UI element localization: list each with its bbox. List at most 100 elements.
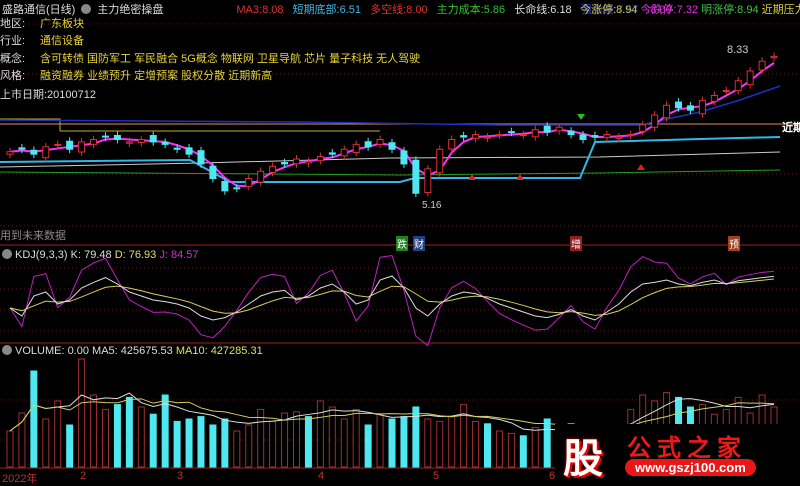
volume-ma5: MA5: 425675.53 xyxy=(92,345,173,357)
volume-bar xyxy=(137,406,145,468)
info-concept: 概念: 含可转债 国防军工 军民融合 5G概念 物联网 卫星导航 芯片 量子科技 … xyxy=(0,50,420,66)
volume-title[interactable]: VOLUME: 0.00 xyxy=(15,345,89,357)
volume-bar xyxy=(90,394,98,468)
main-cost-value: 5.86 xyxy=(483,4,506,16)
short-bottom-label: 短期底部: xyxy=(292,4,340,16)
kdj-header: KDJ(9,3,3) K: 79.48 D: 76.93 J: 84.57 xyxy=(2,249,198,261)
volume-header: VOLUME: 0.00 MA5: 425675.53 MA10: 427285… xyxy=(2,345,263,357)
axis-label: 3 xyxy=(177,470,184,482)
candle-body xyxy=(615,136,623,139)
candle-body xyxy=(245,178,253,187)
volume-bar xyxy=(30,370,38,468)
info-key: 风格: xyxy=(0,70,26,82)
high-label: 8.33 xyxy=(727,44,749,56)
event-tag[interactable]: 预 xyxy=(728,236,740,251)
longshort-value: 8.00 xyxy=(406,4,428,16)
pressure-label: 近期压力 xyxy=(761,4,800,16)
candle-body xyxy=(675,101,683,109)
candle-body xyxy=(698,99,706,115)
volume-bar xyxy=(495,430,503,468)
volume-bar xyxy=(113,404,121,468)
future-data-note: 用到未来数据 xyxy=(0,230,66,242)
kdj-title[interactable]: KDJ(9,3,3) xyxy=(15,249,68,261)
candle-body xyxy=(209,165,217,180)
volume-bar xyxy=(519,435,527,468)
logo-text: 公式之家 xyxy=(627,435,747,462)
candle-body xyxy=(113,134,121,140)
axis-label: 5 xyxy=(433,470,440,482)
candle-body xyxy=(734,80,742,92)
volume-bar xyxy=(233,430,241,468)
candle-body xyxy=(316,156,324,162)
limit-up-value: 8.94 xyxy=(616,4,638,16)
ma3-value: 8.08 xyxy=(262,4,284,16)
volume-bar xyxy=(364,424,372,468)
volume-bar xyxy=(507,432,515,468)
volume-bar xyxy=(543,418,551,468)
ma3-label: MA3: xyxy=(236,4,263,16)
candle-body xyxy=(66,140,74,150)
tomorrow-up-label: 明涨停: xyxy=(701,4,738,16)
candle-body xyxy=(364,141,372,148)
candle-body xyxy=(340,148,348,157)
candle-body xyxy=(722,90,730,93)
event-tag[interactable]: 财 xyxy=(413,236,425,251)
info-value: 通信设备 xyxy=(40,35,84,47)
candle-body xyxy=(543,125,551,133)
kdj-j-line xyxy=(9,254,775,347)
limit-down-value: 7.32 xyxy=(676,4,699,16)
volume-bar xyxy=(245,424,253,468)
candle-body xyxy=(90,138,98,145)
candle-body xyxy=(137,138,145,144)
volume-bar xyxy=(388,418,396,468)
candle-body xyxy=(30,149,38,155)
candle-body xyxy=(531,129,539,138)
short-bottom-value: 6.51 xyxy=(339,4,362,16)
candle-body xyxy=(18,147,26,150)
event-tag[interactable]: 跌 xyxy=(396,236,408,251)
candle-body xyxy=(42,146,50,159)
info-value: 含可转债 国防军工 军民融合 5G概念 物联网 卫星导航 芯片 量子科技 无人驾… xyxy=(40,53,421,65)
dropdown-icon[interactable] xyxy=(2,249,12,259)
volume-bar xyxy=(209,424,217,468)
candle-body xyxy=(185,147,193,155)
longshort-label: 多空线: xyxy=(370,4,407,16)
life-label: 长命线: xyxy=(514,4,551,16)
candle-body xyxy=(686,105,694,111)
candle-body xyxy=(507,131,515,134)
dropdown-icon[interactable] xyxy=(81,4,92,14)
info-value: 广东板块 xyxy=(40,18,84,30)
dropdown-icon[interactable] xyxy=(2,345,12,355)
volume-bar xyxy=(125,396,133,468)
limit-up-label: 今涨停: xyxy=(580,4,617,16)
volume-bar xyxy=(400,416,408,468)
main-cost-label: 主力成本: xyxy=(436,4,484,16)
candle-body xyxy=(257,170,265,183)
chart-header: 盛路通信(日线) 主力绝密操盘 MA3:8.08 短期底部:6.51 多空线:8.… xyxy=(2,1,678,17)
logo-char: 股 xyxy=(563,437,603,481)
candle-body xyxy=(627,134,635,137)
candle-body xyxy=(161,141,169,145)
candle-body xyxy=(376,138,384,145)
candle-body xyxy=(78,141,86,153)
watermark-logo: 股 公式之家 www.gszj100.com xyxy=(555,424,800,481)
volume-bar xyxy=(185,418,193,468)
volume-bar xyxy=(448,416,456,468)
candle-body xyxy=(6,151,14,155)
candle-body xyxy=(388,142,396,150)
volume-ma10: MA10: 427285.31 xyxy=(175,345,263,357)
candle-body xyxy=(292,158,300,165)
candle-body xyxy=(770,55,778,59)
volume-bar xyxy=(304,416,312,468)
logo-url: www.gszj100.com xyxy=(625,459,756,476)
kdj-j: J: 84.57 xyxy=(159,249,199,261)
volume-bar xyxy=(352,408,360,468)
event-tag[interactable]: 增 xyxy=(570,236,582,251)
candle-body xyxy=(54,143,62,146)
listing-date: 上市日期:20100712 xyxy=(0,89,96,101)
life-line xyxy=(0,151,781,168)
indicator-name[interactable]: 主力绝密操盘 xyxy=(97,4,163,16)
kdj-k-line xyxy=(9,275,775,321)
candle-body xyxy=(519,134,527,137)
info-style: 风格: 融资融券 业绩预升 定增预案 股权分散 近期新高 xyxy=(0,67,272,83)
